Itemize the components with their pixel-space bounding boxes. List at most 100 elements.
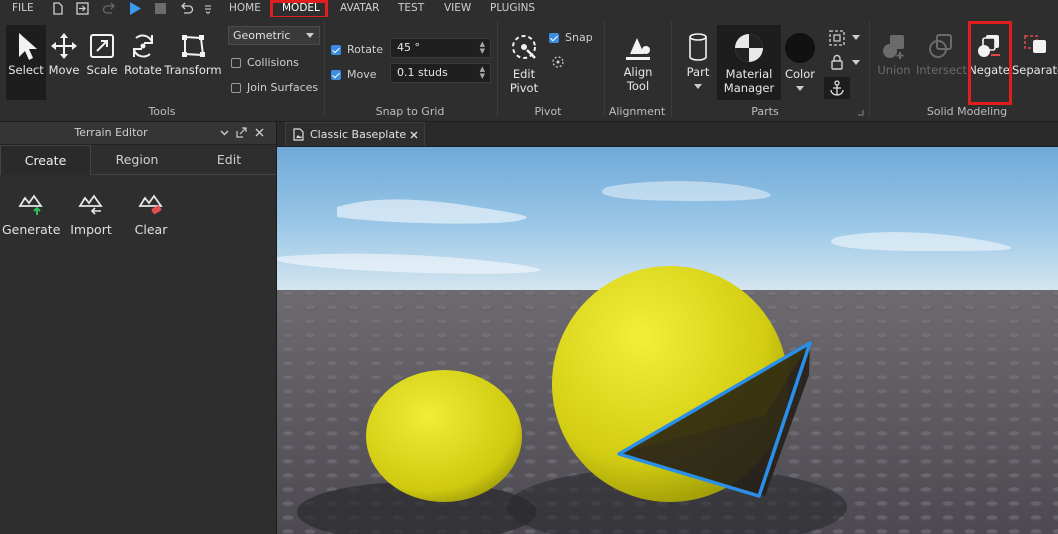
collisions-label: Collisions [247, 56, 299, 69]
separate-button[interactable]: Separate [1012, 32, 1058, 77]
chevron-down-icon [694, 84, 702, 89]
pivot-target-icon[interactable] [551, 55, 565, 69]
menu-view[interactable]: VIEW [444, 2, 471, 14]
chevron-down-icon [796, 86, 804, 91]
tab-region[interactable]: Region [91, 145, 183, 175]
close-icon[interactable] [255, 128, 264, 137]
union-label: Union [877, 63, 911, 77]
redo-icon[interactable] [102, 2, 116, 15]
scale-button[interactable]: Scale [85, 32, 119, 77]
import-label: Import [70, 222, 112, 237]
generate-button[interactable]: Generate [2, 190, 60, 237]
align-label-2: Tool [626, 79, 650, 93]
menu-plugins[interactable]: PLUGINS [490, 2, 535, 14]
terrain-editor-title: Terrain Editor [74, 126, 148, 139]
doc-tab-classic-baseplate[interactable]: Classic Baseplate [285, 122, 425, 146]
chevron-down-icon[interactable] [852, 35, 860, 40]
move-snap-input[interactable]: 0.1 studs ▲ ▼ [390, 63, 491, 83]
menu-home[interactable]: HOME [229, 2, 261, 14]
intersect-label: Intersect [916, 63, 967, 77]
move-snap-label: Move [347, 68, 377, 81]
clear-button[interactable]: Clear [122, 190, 180, 237]
menu-file[interactable]: FILE [12, 2, 34, 14]
transform-mode-dropdown[interactable]: Geometric [228, 26, 320, 45]
move-snap-checkbox[interactable] [331, 70, 341, 80]
tools-group-title: Tools [148, 105, 176, 118]
import-button[interactable]: Import [62, 190, 120, 237]
tab-underline [91, 174, 276, 175]
intersect-button[interactable]: Intersect [916, 32, 967, 77]
tab-edit[interactable]: Edit [183, 145, 275, 175]
3d-viewport[interactable] [277, 147, 1058, 534]
separate-label: Separate [1012, 63, 1058, 77]
align-tool-button[interactable]: Align Tool [611, 34, 665, 93]
expand-corner-icon[interactable] [857, 109, 864, 116]
align-icon [626, 38, 650, 60]
transform-button[interactable]: Transform [164, 32, 222, 77]
document-tab-bar: Classic Baseplate [277, 122, 1058, 147]
material-manager-button[interactable]: Material Manager [717, 32, 781, 95]
material-label-2: Manager [723, 81, 775, 95]
chevron-down-icon[interactable] [220, 130, 229, 136]
rotate-snap-checkbox[interactable] [331, 45, 341, 55]
rotate-label: Rotate [124, 63, 162, 77]
terrain-import-icon [78, 194, 103, 215]
snap-group-title: Snap to Grid [375, 105, 445, 118]
group-divider [671, 21, 672, 117]
part-label: Part [686, 65, 710, 79]
place-file-icon [293, 128, 304, 141]
rotate-button[interactable]: Rotate [123, 32, 163, 77]
material-label-1: Material [725, 67, 773, 81]
tab-region-label: Region [115, 152, 159, 167]
chevron-down-icon[interactable] [852, 60, 860, 65]
chevron-down-icon [306, 33, 314, 38]
new-file-icon[interactable] [52, 2, 64, 15]
cursor-icon [19, 33, 37, 60]
stop-icon[interactable] [155, 3, 166, 14]
scene-render[interactable] [277, 147, 1058, 534]
union-button[interactable]: Union [873, 32, 915, 77]
undo-dropdown-icon[interactable] [204, 4, 212, 14]
clear-label: Clear [134, 222, 168, 237]
color-label: Color [784, 67, 816, 81]
tab-create[interactable]: Create [0, 145, 91, 175]
play-icon[interactable] [128, 1, 142, 16]
menu-bar: FILE HOME MODEL AVATAR TEST VIEW PLUGINS [0, 0, 1058, 17]
lock-icon[interactable] [830, 54, 844, 70]
menu-test[interactable]: TEST [398, 2, 424, 14]
scale-label: Scale [86, 63, 118, 77]
solid-modeling-group-title: Solid Modeling [926, 105, 1008, 118]
undo-icon[interactable] [180, 2, 194, 15]
join-surfaces-checkbox[interactable] [231, 83, 241, 93]
union-icon [883, 35, 904, 59]
spinner-icon[interactable]: ▲ ▼ [480, 41, 485, 55]
group-icon[interactable] [829, 30, 845, 46]
pivot-snap-label: Snap [565, 31, 593, 44]
rotate-snap-input[interactable]: 45 ° ▲ ▼ [390, 38, 491, 58]
transform-icon [182, 35, 205, 57]
parts-group-title: Parts [751, 105, 779, 118]
pivot-snap-checkbox[interactable] [549, 33, 559, 43]
publish-icon[interactable] [76, 2, 89, 15]
anchor-icon[interactable] [829, 80, 845, 96]
edit-pivot-button[interactable]: Edit Pivot [501, 32, 547, 95]
color-swatch-icon [785, 33, 815, 63]
transform-label: Transform [164, 63, 222, 77]
undock-icon[interactable] [236, 127, 247, 138]
align-label-1: Align [623, 65, 653, 79]
group-divider [497, 21, 498, 117]
small-sphere[interactable] [366, 370, 522, 502]
part-button[interactable]: Part [681, 32, 715, 93]
spinner-icon[interactable]: ▲ ▼ [480, 66, 485, 80]
collisions-checkbox[interactable] [231, 58, 241, 68]
doc-tab-title: Classic Baseplate [310, 128, 407, 141]
color-button[interactable]: Color [782, 32, 818, 95]
pivot-icon [512, 35, 536, 59]
group-divider [869, 21, 870, 117]
select-button[interactable]: Select [6, 32, 46, 77]
close-icon[interactable] [410, 131, 418, 139]
move-snap-value: 0.1 studs [397, 66, 448, 79]
menu-avatar[interactable]: AVATAR [340, 2, 379, 14]
move-button[interactable]: Move [47, 32, 81, 77]
move-label: Move [48, 63, 80, 77]
